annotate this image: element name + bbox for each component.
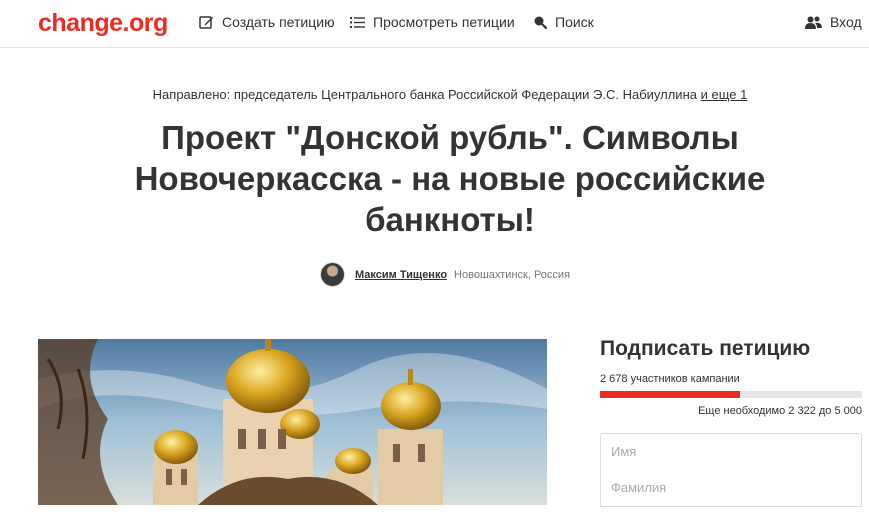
create-petition-link[interactable]: Создать петицию bbox=[199, 14, 335, 30]
list-icon bbox=[350, 16, 365, 28]
directed-to-text: Направлено: председатель Центрального ба… bbox=[152, 87, 697, 102]
signature-progress-fill bbox=[600, 391, 741, 398]
directed-more-link[interactable]: и еще 1 bbox=[701, 87, 748, 102]
petition-hero-image bbox=[38, 339, 547, 505]
petition-title-line: Новочеркасска - на новые российские bbox=[134, 160, 766, 197]
create-petition-label: Создать петицию bbox=[222, 14, 335, 30]
petition-title-line: банкноты! bbox=[365, 201, 535, 238]
petition-title: Проект "Донской рубль". Символы Новочерк… bbox=[90, 117, 810, 240]
first-name-field[interactable] bbox=[600, 433, 862, 470]
login-link[interactable]: Вход bbox=[805, 14, 862, 30]
search-label: Поиск bbox=[555, 14, 594, 30]
author-avatar[interactable] bbox=[320, 262, 345, 287]
signatures-needed: Еще необходимо 2 322 до 5 000 bbox=[698, 405, 862, 417]
browse-petitions-label: Просмотреть петиции bbox=[373, 14, 515, 30]
petition-directed-to: Направлено: председатель Центрального ба… bbox=[0, 87, 869, 102]
last-name-field[interactable] bbox=[600, 469, 862, 507]
author-location: Новошахтинск, Россия bbox=[454, 268, 571, 281]
search-link[interactable]: Поиск bbox=[533, 14, 594, 30]
users-icon bbox=[805, 16, 822, 29]
browse-petitions-link[interactable]: Просмотреть петиции bbox=[350, 14, 515, 30]
author-name-link[interactable]: Максим Тищенко bbox=[355, 269, 447, 281]
supporters-count: 2 678 участников кампании bbox=[600, 373, 740, 385]
cathedral-image bbox=[38, 339, 547, 505]
search-icon bbox=[534, 16, 547, 29]
change-org-logo[interactable]: change.org bbox=[38, 9, 168, 38]
sign-petition-heading: Подписать петицию bbox=[600, 337, 811, 360]
petition-title-line: Проект "Донской рубль". Символы bbox=[161, 119, 739, 156]
petition-author: Максим Тищенко Новошахтинск, Россия bbox=[320, 262, 570, 287]
signature-progress-bar bbox=[600, 391, 862, 398]
pencil-square-icon bbox=[199, 15, 213, 29]
top-navigation-bar: change.org Создать петицию Просмотреть п… bbox=[0, 0, 869, 48]
login-label: Вход bbox=[830, 14, 862, 30]
